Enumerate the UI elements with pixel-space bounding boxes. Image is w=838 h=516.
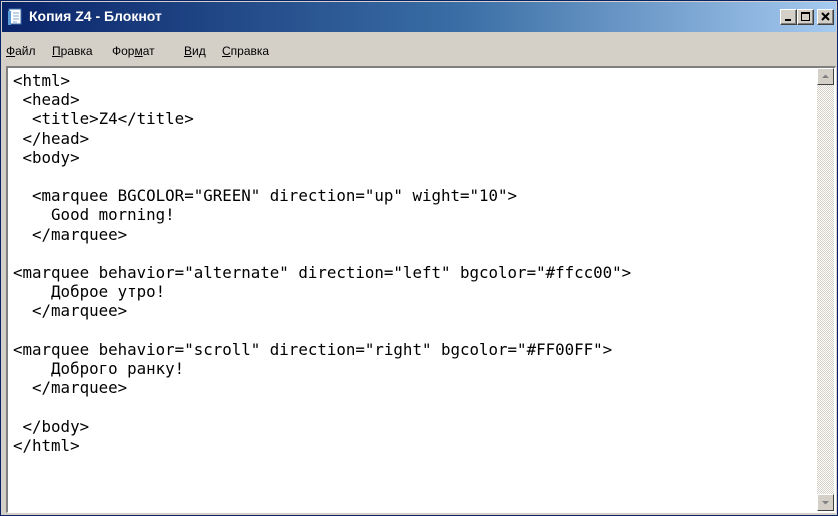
menu-format-label-start: Фор [112,44,135,58]
menu-format[interactable]: Формат [112,44,155,58]
menu-help-accel: С [222,44,231,58]
editor-line: </head> [13,128,90,148]
editor-line: <marquee behavior="alternate" direction=… [13,263,632,283]
window-title: Копия Z4 - Блокнот [29,8,162,24]
editor-line: </marquee> [13,224,128,244]
menu-file-accel: Ф [6,44,16,58]
vertical-scrollbar[interactable] [817,68,834,511]
menu-format-label-end: ат [142,44,155,58]
menu-view-accel: В [184,44,193,58]
editor-line: </html> [13,435,80,455]
arrow-down-icon [822,501,829,505]
editor-line: <body> [13,147,80,167]
notepad-icon[interactable] [7,8,24,26]
editor-line: </body> [13,416,90,436]
editor-line: Доброго ранку! [13,359,185,379]
close-icon [821,12,830,21]
title-bar[interactable]: Копия Z4 - Блокнот [2,2,836,32]
editor-line: <head> [13,90,80,110]
menu-file[interactable]: Файл [6,44,36,58]
menu-view[interactable]: Вид [184,44,206,58]
editor-line: Good morning! [13,205,175,225]
editor-line: </marquee> [13,378,128,398]
menu-help[interactable]: Справка [222,44,269,58]
menu-help-label: правка [230,44,270,58]
minimize-icon [785,19,791,21]
menu-edit[interactable]: Правка [52,44,93,58]
menu-format-accel: м [134,44,143,58]
maximize-button[interactable] [797,9,814,25]
editor-text[interactable]: <html> <head> <title>Z4</title> </head> … [13,71,631,455]
editor-line: </marquee> [13,301,128,321]
menu-edit-label: равка [60,44,93,58]
text-editor[interactable]: <html> <head> <title>Z4</title> </head> … [9,68,816,511]
editor-line: <marquee behavior="scroll" direction="ri… [13,339,613,359]
editor-line: Доброе утро! [13,282,166,302]
maximize-icon [801,12,810,21]
menu-edit-accel: П [52,44,61,58]
notepad-window: Копия Z4 - Блокнот Файл Правка Формат Ви… [0,0,838,516]
minimize-button[interactable] [780,9,797,25]
arrow-up-icon [822,74,829,78]
close-button[interactable] [817,9,834,25]
menu-bar: Файл Правка Формат Вид Справка [2,39,836,63]
editor-line: <html> [13,71,71,90]
menu-view-label: ид [192,44,206,58]
scroll-up-button[interactable] [817,68,834,85]
scroll-down-button[interactable] [817,494,834,511]
editor-line: <marquee BGCOLOR="GREEN" direction="up" … [13,186,518,206]
menu-file-label: айл [15,44,36,58]
editor-frame: <html> <head> <title>Z4</title> </head> … [6,66,836,513]
editor-line: <title>Z4</title> [13,109,194,129]
